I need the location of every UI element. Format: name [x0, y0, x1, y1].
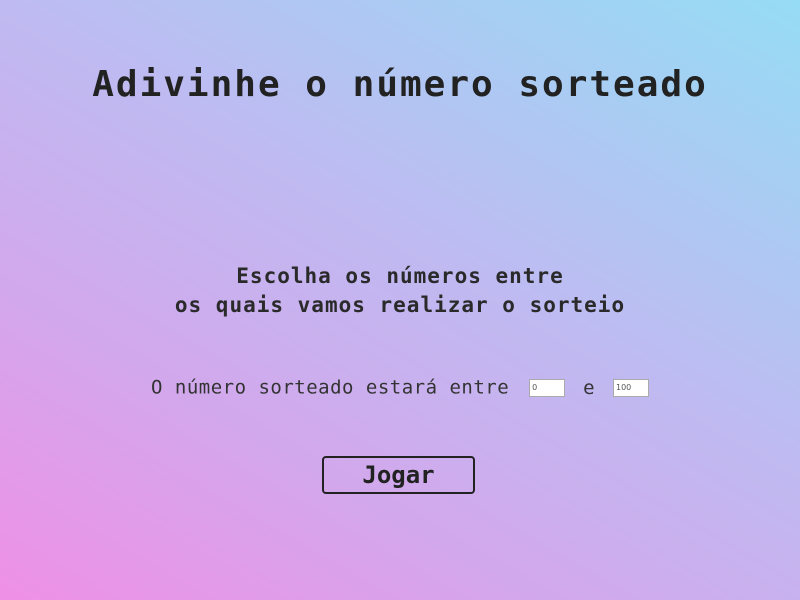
- page-title: Adivinhe o número sorteado: [92, 64, 708, 105]
- min-number-input[interactable]: [529, 378, 566, 397]
- instructions-line-2: os quais vamos realizar o sorteio: [174, 293, 626, 317]
- play-button[interactable]: Jogar: [322, 456, 475, 494]
- range-separator: e: [583, 376, 596, 399]
- instructions-line-1: Escolha os números entre: [236, 264, 564, 288]
- range-row: O número sorteado estará entre e: [0, 376, 800, 399]
- instructions: Escolha os números entre os quais vamos …: [0, 262, 800, 320]
- range-label: O número sorteado estará entre: [151, 376, 510, 399]
- max-number-input[interactable]: [612, 378, 649, 397]
